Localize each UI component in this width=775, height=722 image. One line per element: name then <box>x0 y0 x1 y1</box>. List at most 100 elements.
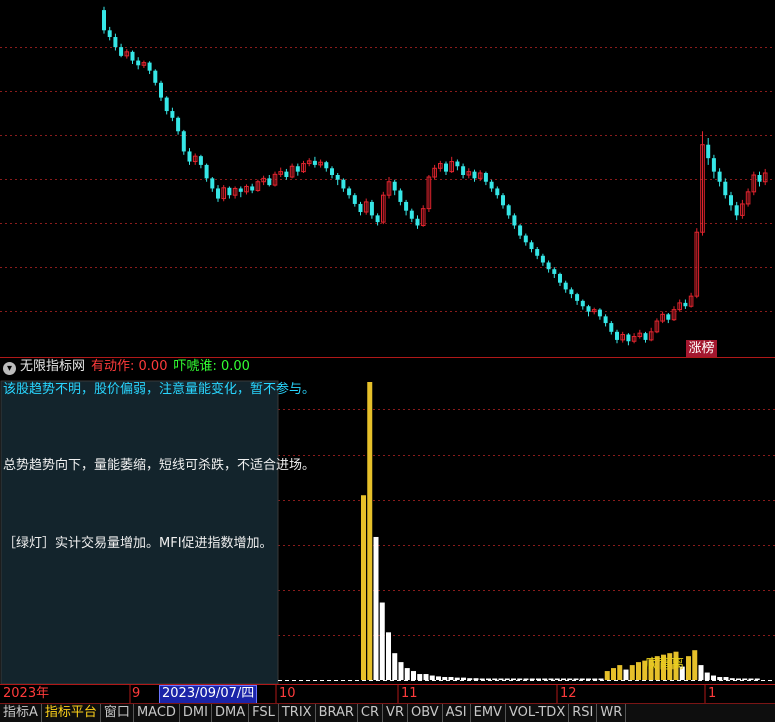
candle <box>363 198 369 215</box>
candle <box>238 186 243 198</box>
candle-body <box>330 168 334 175</box>
candle-body <box>198 156 203 165</box>
volume-bar <box>598 678 604 680</box>
candle-body <box>284 171 289 178</box>
candle-body <box>711 158 716 172</box>
volume-bar <box>586 678 591 680</box>
year-label: 2023年 <box>3 686 50 701</box>
candle <box>677 299 683 312</box>
candle <box>729 191 733 211</box>
tab-item[interactable]: EMV <box>471 704 506 722</box>
candle-body <box>324 162 329 169</box>
candle-body <box>415 218 420 226</box>
tab-item[interactable]: DMI <box>180 704 212 722</box>
indicator-name[interactable]: 无限指标网 <box>20 359 85 374</box>
candle <box>518 224 523 239</box>
month-label-1: 1 <box>708 686 717 701</box>
candle <box>415 215 420 229</box>
tab-item[interactable]: RSI <box>569 704 598 722</box>
volume-bar <box>548 678 554 680</box>
candle <box>660 311 665 324</box>
candle <box>347 186 352 199</box>
candle <box>181 129 186 155</box>
tab-item[interactable]: VOL-TDX <box>506 704 570 722</box>
candle <box>432 164 437 180</box>
tab-item[interactable]: OBV <box>408 704 443 722</box>
candle <box>352 193 357 207</box>
candle-body <box>552 269 557 274</box>
candle <box>398 188 403 206</box>
volume-bar <box>486 678 491 680</box>
tab-item[interactable]: DMA <box>212 704 250 722</box>
candle-body <box>643 333 648 340</box>
candle-body <box>352 195 357 204</box>
volume-bar <box>417 674 423 680</box>
tab-item[interactable]: WR <box>597 704 627 722</box>
candle <box>506 203 511 219</box>
candle <box>717 168 722 187</box>
candle-body <box>518 225 523 236</box>
tab-item[interactable]: ASI <box>443 704 471 722</box>
candle <box>631 333 637 344</box>
zhangbang-badge: 涨榜 <box>686 340 717 357</box>
candle-body <box>130 51 135 61</box>
candle <box>227 186 232 199</box>
candle <box>404 199 409 216</box>
candle <box>255 179 261 192</box>
candle <box>330 166 334 179</box>
tab-item[interactable]: 指标A <box>0 704 42 722</box>
candle <box>449 156 454 173</box>
tab-item[interactable]: TRIX <box>279 704 316 722</box>
candle <box>244 184 249 195</box>
tab-item[interactable]: CR <box>358 704 384 722</box>
volume-bar <box>492 678 498 680</box>
candle <box>381 191 386 225</box>
volume-bar <box>729 678 735 680</box>
candle <box>221 185 226 202</box>
candle <box>461 163 466 179</box>
tab-item[interactable]: BRAR <box>316 704 358 722</box>
signal-message: ［绿灯］实计交易量增加。MFI促进指数增加。 <box>3 536 273 551</box>
candle-body <box>706 144 711 159</box>
volume-bar <box>392 653 398 680</box>
candle-body <box>119 47 124 56</box>
candlestick-series[interactable] <box>102 6 768 346</box>
candle-body <box>341 179 346 189</box>
candle <box>501 193 505 209</box>
candle <box>751 171 757 196</box>
candle-body <box>216 188 220 199</box>
tab-item[interactable]: MACD <box>134 704 180 722</box>
candle <box>295 163 300 176</box>
candle <box>643 331 648 343</box>
candle <box>216 185 220 202</box>
candle-body <box>153 70 158 83</box>
candle <box>176 116 181 135</box>
candle-body <box>409 210 414 219</box>
candle <box>335 172 340 186</box>
line2-value: 吓唬谁: 0.00 <box>173 359 250 374</box>
candle <box>523 233 528 246</box>
candle <box>301 160 306 173</box>
tab-item[interactable]: 窗口 <box>101 704 134 722</box>
chevron-down-icon[interactable]: ▾ <box>3 362 16 375</box>
candle <box>535 247 540 260</box>
month-label-9: 9 <box>132 686 141 701</box>
tab-item[interactable]: FSL <box>249 704 279 722</box>
candle-body <box>597 309 602 317</box>
candle-body <box>369 201 374 216</box>
tab-item[interactable]: 指标平台 <box>42 704 101 722</box>
candle <box>546 260 551 273</box>
candle <box>591 307 597 315</box>
volume-bar <box>442 677 448 680</box>
candle <box>734 201 739 221</box>
overall-message: 总势趋势向下，量能萎缩，短线可杀跌，不适合进场。 <box>3 458 316 473</box>
tab-item[interactable]: VR <box>383 704 408 722</box>
candle <box>187 148 192 165</box>
indicator-header: ▾ 无限指标网 有动作: 0.00 吓唬谁: 0.00 <box>0 358 250 376</box>
volume-bar <box>754 678 760 680</box>
candle-body <box>603 316 608 324</box>
candle-body <box>483 172 488 182</box>
candle <box>512 213 517 229</box>
volume-bar <box>604 671 610 680</box>
candle <box>597 308 602 320</box>
